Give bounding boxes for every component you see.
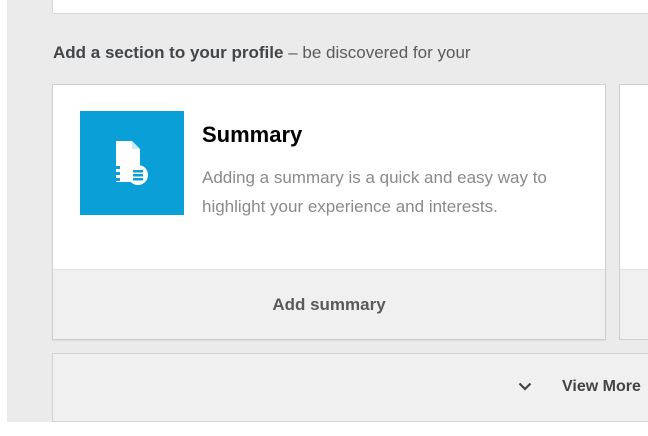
view-more-label: View More: [562, 378, 641, 395]
section-heading-bold: Add a section to your profile: [53, 43, 284, 62]
add-summary-button[interactable]: Add summary: [53, 269, 605, 339]
view-more-button[interactable]: View More: [52, 353, 648, 422]
next-section-card-footer[interactable]: [620, 269, 648, 339]
add-section-panel: Add a section to your profile – be disco…: [7, 0, 648, 422]
section-heading: Add a section to your profile – be disco…: [53, 43, 471, 63]
next-section-card: [619, 84, 648, 340]
previous-card: [52, 0, 648, 14]
chevron-down-icon: [518, 382, 532, 391]
summary-card-title: Summary: [202, 122, 303, 147]
section-heading-rest: – be discovered for your: [283, 43, 471, 62]
summary-card-description: Adding a summary is a quick and easy way…: [202, 168, 547, 216]
summary-document-icon: [80, 111, 184, 215]
summary-card: Summary Adding a summary is a quick and …: [52, 84, 606, 340]
